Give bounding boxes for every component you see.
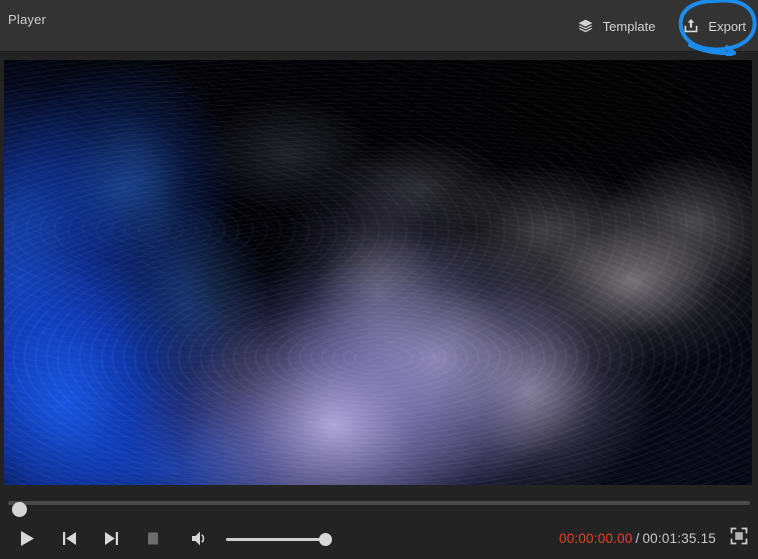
volume-slider-fill xyxy=(226,538,331,541)
header-bar: Player Template xyxy=(0,0,758,52)
stop-icon xyxy=(146,531,160,546)
previous-frame-button[interactable] xyxy=(48,522,90,556)
volume-slider-handle[interactable] xyxy=(319,533,332,546)
player-window: Player Template xyxy=(0,0,758,559)
fullscreen-button[interactable] xyxy=(728,528,750,550)
video-player-surface[interactable] xyxy=(4,60,752,485)
skip-next-icon xyxy=(103,530,120,547)
seek-bar-row xyxy=(0,495,758,515)
skip-previous-icon xyxy=(61,530,78,547)
current-timecode: 00:00:00.00 xyxy=(559,531,633,546)
layers-icon xyxy=(576,16,596,36)
stop-button[interactable] xyxy=(132,522,174,556)
fullscreen-icon xyxy=(730,527,748,550)
transport-bar: 00:00:00.00/00:01:35.15 xyxy=(0,518,758,559)
volume-slider-track[interactable] xyxy=(226,532,331,546)
volume-button[interactable] xyxy=(178,522,220,556)
play-icon xyxy=(20,530,35,547)
transport-right-group: 00:00:00.00/00:01:35.15 xyxy=(559,518,750,559)
export-button[interactable]: Export xyxy=(679,12,748,40)
timecode-separator: / xyxy=(636,531,640,546)
video-frame xyxy=(4,60,752,485)
page-title: Player xyxy=(8,12,46,27)
template-button[interactable]: Template xyxy=(574,12,658,40)
seek-bar-track[interactable] xyxy=(8,501,750,505)
volume-control xyxy=(178,522,331,556)
total-duration: 00:01:35.15 xyxy=(642,531,716,546)
upload-icon xyxy=(681,16,701,36)
speaker-icon xyxy=(190,530,209,547)
transport-left-group xyxy=(6,518,331,559)
template-button-label: Template xyxy=(603,20,656,33)
export-button-label: Export xyxy=(708,20,746,33)
timecode-display: 00:00:00.00/00:01:35.15 xyxy=(559,531,716,546)
play-button[interactable] xyxy=(6,522,48,556)
seek-bar-handle[interactable] xyxy=(12,502,27,517)
header-actions: Template Export xyxy=(574,0,748,52)
next-frame-button[interactable] xyxy=(90,522,132,556)
